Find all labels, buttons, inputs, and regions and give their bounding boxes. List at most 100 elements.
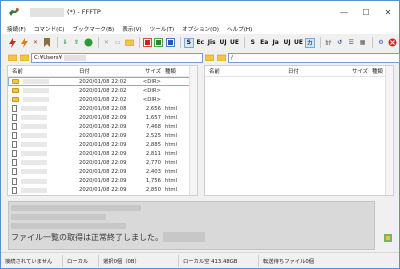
local-path-input[interactable]: C:¥Users¥ <box>31 52 203 63</box>
connect-lightning-icon[interactable] <box>8 37 17 48</box>
menu-help[interactable]: ヘルプ(H) <box>227 25 252 33</box>
remote-path-input[interactable]: / <box>228 52 400 63</box>
disconnect-icon[interactable]: ✕ <box>31 38 40 48</box>
kanji-remote-jis-button[interactable]: Ja <box>271 38 280 48</box>
menu-connect[interactable]: 接続(F) <box>7 25 26 33</box>
row-date: 2020/01/08 22:08 <box>79 105 127 112</box>
local-folder-icon[interactable] <box>143 38 152 48</box>
list-view-icon[interactable]: ☰ <box>346 38 355 48</box>
local-file-row[interactable]: 2020/01/08 22:02 <DIR> <box>8 95 197 104</box>
row-type: html <box>165 114 178 121</box>
sync-icon[interactable] <box>165 38 175 48</box>
remote-col-date[interactable]: 日付 <box>288 67 348 75</box>
kanji-remote-sjis-button[interactable]: S <box>248 38 257 48</box>
remote-folder-icon[interactable] <box>154 38 164 48</box>
blurred-file-name <box>21 133 47 139</box>
status-bar: 接続されていません ローカル 選択0個（0B） ローカル空 413.48GB 転… <box>1 252 399 268</box>
bookmark-icon[interactable] <box>42 38 51 48</box>
blurred-file-name <box>21 187 47 193</box>
local-col-name[interactable]: 名前 <box>8 67 79 75</box>
local-file-row[interactable]: 2020/01/08 22:09 1,657 html <box>8 113 197 122</box>
menu-view[interactable]: 表示(V) <box>122 25 141 33</box>
row-date: 2020/01/08 22:02 <box>79 78 127 85</box>
delete-icon[interactable]: ✕ <box>102 38 111 48</box>
menu-options[interactable]: オプション(O) <box>182 25 219 33</box>
row-size: 2,885 <box>145 141 161 148</box>
local-col-date[interactable]: 日付 <box>79 67 137 75</box>
local-file-row[interactable]: 2020/01/08 22:09 2,811 html <box>8 149 197 158</box>
refresh-icon[interactable]: ↺ <box>335 38 344 48</box>
menu-command[interactable]: コマンド(C) <box>34 25 65 33</box>
close-button[interactable]: ✕ <box>377 1 399 23</box>
stop-icon[interactable] <box>83 38 93 48</box>
remote-path-text: / <box>231 54 233 61</box>
remote-col-name[interactable]: 名前 <box>205 67 288 75</box>
kanji-sjis-button[interactable]: S <box>184 37 194 48</box>
kanji-remote-euc-button[interactable]: Ea <box>260 38 269 48</box>
remote-file-list[interactable]: 名前 日付 サイズ 種類 <box>204 65 394 196</box>
folder-icon <box>12 88 19 94</box>
kanji-remote-utf8bom-button[interactable]: UE <box>294 38 303 48</box>
local-up-folder-icon[interactable] <box>7 53 17 63</box>
remote-up-folder-icon[interactable] <box>204 53 214 63</box>
kanji-remote-utf8-button[interactable]: UJ <box>282 38 291 48</box>
kanji-jis-button[interactable]: Jis <box>207 38 216 48</box>
blurred-file-name <box>23 88 49 94</box>
status-connection: 接続されていません <box>1 254 63 267</box>
local-file-row[interactable]: 2020/01/08 22:09 2,403 html <box>8 167 197 176</box>
remote-column-header: 名前 日付 サイズ 種類 <box>205 66 393 77</box>
kana-convert-icon[interactable]: カ <box>305 37 315 48</box>
log-side-controls <box>379 201 397 250</box>
row-size: 1,756 <box>145 178 161 185</box>
remote-col-size[interactable]: サイズ <box>348 67 368 75</box>
blurred-file-name <box>23 97 49 103</box>
local-open-folder-icon[interactable] <box>19 53 29 63</box>
download-icon[interactable]: ⇩ <box>61 38 70 48</box>
blurred-file-name <box>21 151 47 157</box>
local-file-row[interactable]: 2020/01/08 22:09 2,770 html <box>8 158 197 167</box>
blurred-file-name <box>21 160 47 166</box>
local-scrollbar[interactable] <box>189 66 197 195</box>
minimize-button[interactable]: — <box>333 1 355 23</box>
abort-icon[interactable] <box>388 38 397 48</box>
local-file-row[interactable]: 2020/01/08 22:09 2,525 html <box>8 131 197 140</box>
row-type: html <box>165 123 178 130</box>
folder-icon <box>12 97 19 103</box>
row-size: 2,656 <box>145 105 161 112</box>
ffftp-app-icon <box>8 6 20 18</box>
kanji-euc-button[interactable]: Ec <box>196 38 205 48</box>
rename-icon[interactable]: ▭ <box>113 38 122 48</box>
local-file-row[interactable]: 2020/01/08 22:09 1,756 html <box>8 177 197 186</box>
blurred-file-name <box>21 142 47 148</box>
menu-bookmark[interactable]: ブックマーク(B) <box>72 25 114 33</box>
local-file-row[interactable]: 2020/01/08 22:09 7,468 html <box>8 122 197 131</box>
mkdir-icon[interactable] <box>124 38 134 48</box>
row-date: 2020/01/08 22:09 <box>79 114 127 121</box>
title-blurred-host <box>30 7 64 17</box>
kanji-utf8bom-button[interactable]: UE <box>230 38 239 48</box>
detail-view-icon[interactable]: ▦ <box>358 38 367 48</box>
local-file-row[interactable]: 2020/01/08 22:08 2,656 html <box>8 104 197 113</box>
quick-connect-icon[interactable] <box>19 37 28 48</box>
local-file-list[interactable]: 名前 日付 サイズ 種類 2020/01/08 22:02 <DIR> 2020/0… <box>7 65 198 196</box>
local-file-row[interactable]: 2020/01/08 22:02 <DIR> <box>8 77 197 87</box>
maximize-button[interactable]: ☐ <box>355 1 377 23</box>
local-file-row[interactable]: 2020/01/08 22:09 2,885 html <box>8 140 197 149</box>
local-col-type[interactable]: 種類 <box>161 67 184 75</box>
half-width-icon[interactable]: ｶﾅ <box>324 38 333 48</box>
upload-icon[interactable]: ⇧ <box>72 38 81 48</box>
menu-bar: 接続(F) コマンド(C) ブックマーク(B) 表示(V) ツール(T) オプシ… <box>1 23 399 34</box>
menu-tools[interactable]: ツール(T) <box>150 25 175 33</box>
local-file-row[interactable]: 2020/01/08 22:09 2,850 html <box>8 186 197 195</box>
local-file-row[interactable]: 2020/01/08 22:02 <DIR> <box>8 86 197 95</box>
row-date: 2020/01/08 22:09 <box>79 178 127 185</box>
remote-open-folder-icon[interactable] <box>216 53 226 63</box>
log-settings-icon[interactable] <box>383 233 393 243</box>
row-date: 2020/01/08 22:02 <box>79 96 127 103</box>
row-size: 2,811 <box>145 150 161 157</box>
local-col-size[interactable]: サイズ <box>137 67 161 75</box>
kanji-utf8-button[interactable]: UJ <box>218 38 227 48</box>
remote-scrollbar[interactable] <box>385 66 393 195</box>
settings-icon[interactable]: ⚙ <box>376 38 385 48</box>
blurred-file-name <box>21 169 47 175</box>
